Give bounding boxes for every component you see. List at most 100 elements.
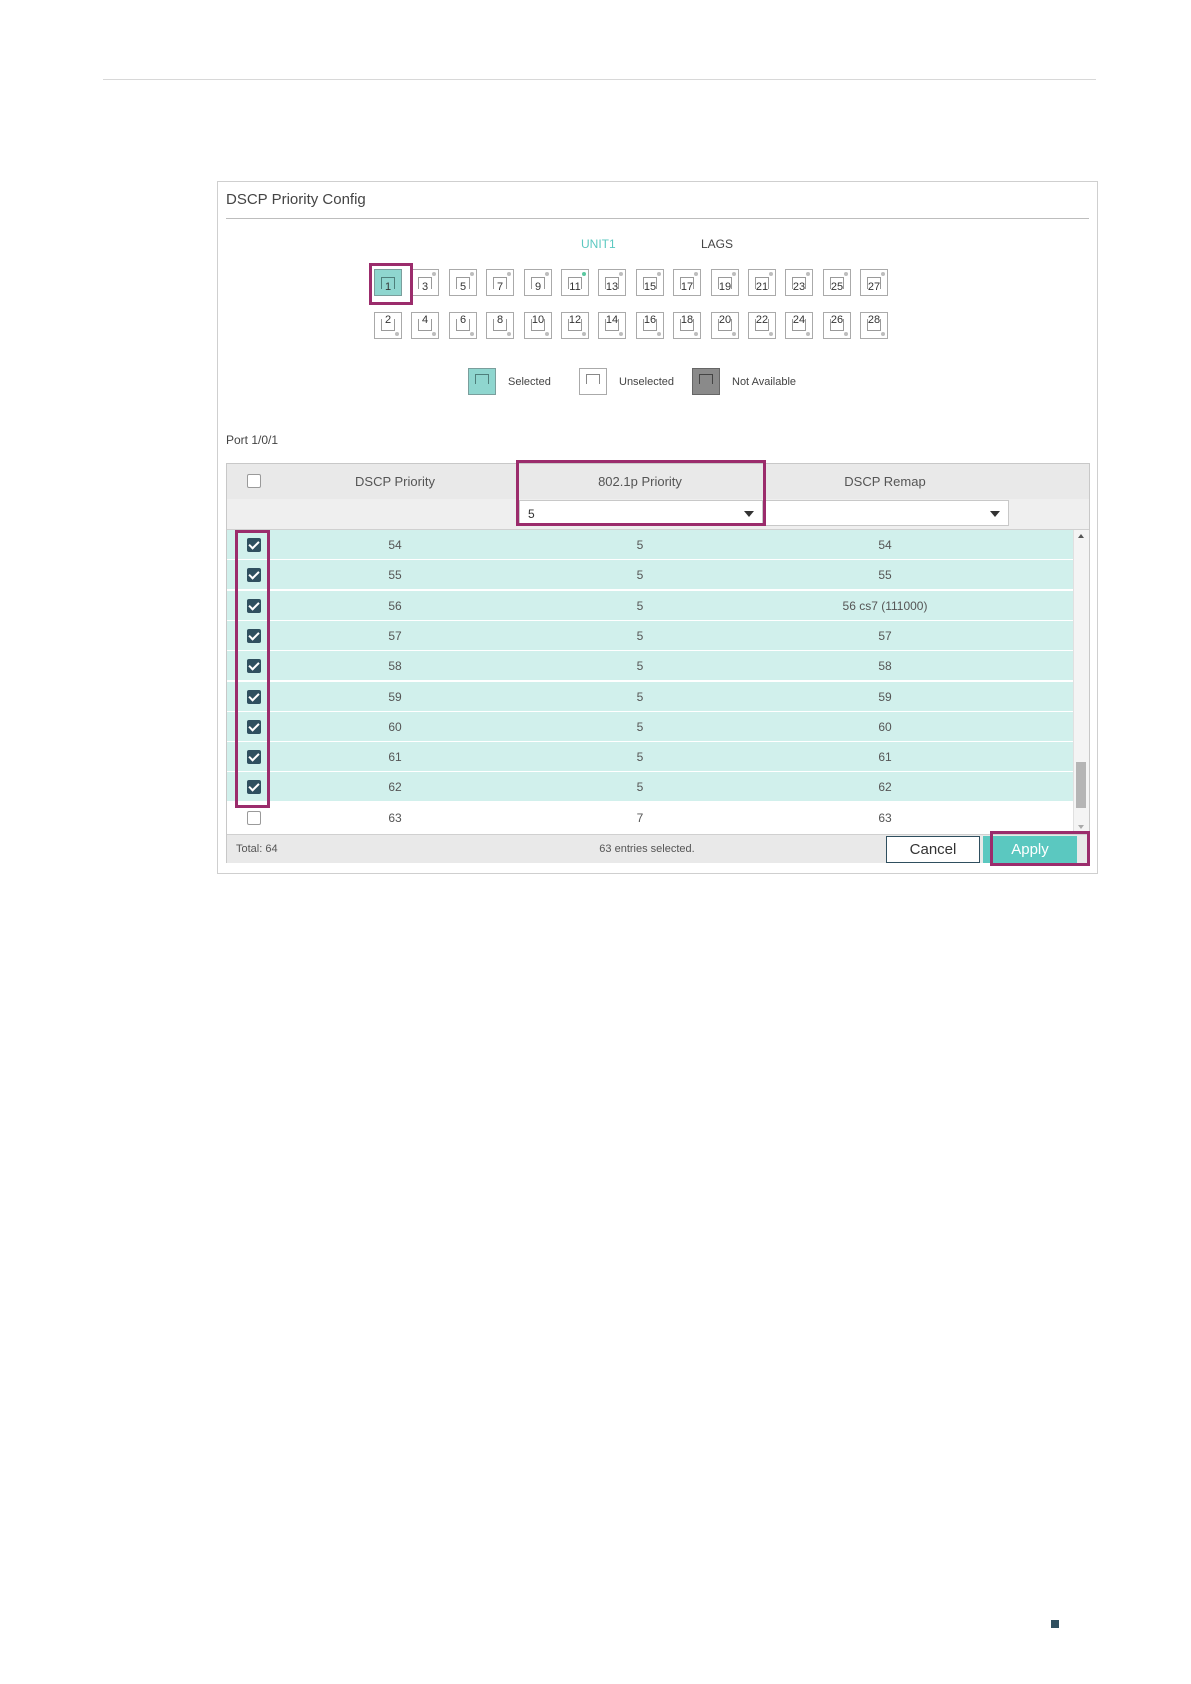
- header-8021p-priority: 802.1p Priority: [598, 474, 682, 489]
- port-8[interactable]: 8: [486, 312, 514, 339]
- cell-dscp-priority: 59: [388, 689, 402, 704]
- row-checkbox[interactable]: [247, 538, 261, 552]
- port-15[interactable]: 15: [636, 269, 664, 296]
- port-21[interactable]: 21: [748, 269, 776, 296]
- port-23[interactable]: 23: [785, 269, 813, 296]
- cancel-button[interactable]: Cancel: [886, 836, 980, 863]
- scroll-down-arrow-icon[interactable]: [1078, 825, 1084, 829]
- scroll-thumb[interactable]: [1076, 762, 1086, 808]
- cell-dscp-priority: 62: [388, 780, 402, 795]
- port-status-led-icon: [694, 272, 698, 276]
- port-9[interactable]: 9: [524, 269, 552, 296]
- port-number: 25: [830, 281, 844, 293]
- tab-lags[interactable]: LAGS: [701, 237, 733, 251]
- page-top-rule: [103, 79, 1096, 80]
- 8021p-priority-select[interactable]: 5: [519, 500, 763, 526]
- port-22[interactable]: 22: [748, 312, 776, 339]
- port-number: 27: [867, 281, 881, 293]
- port-6[interactable]: 6: [449, 312, 477, 339]
- table-row[interactable]: 55 5 55: [227, 560, 1073, 591]
- port-number: 22: [755, 314, 769, 326]
- row-checkbox[interactable]: [247, 810, 261, 825]
- port-12[interactable]: 12: [561, 312, 589, 339]
- port-16[interactable]: 16: [636, 312, 664, 339]
- table-row[interactable]: 62 5 62: [227, 772, 1073, 803]
- port-number: 3: [421, 281, 429, 293]
- port-26[interactable]: 26: [823, 312, 851, 339]
- cell-8021p-priority: 5: [636, 628, 644, 643]
- port-7[interactable]: 7: [486, 269, 514, 296]
- row-checkbox[interactable]: [247, 719, 261, 734]
- row-checkbox[interactable]: [247, 750, 261, 765]
- port-status-led-icon: [769, 272, 773, 276]
- row-checkbox[interactable]: [247, 628, 261, 643]
- table-row[interactable]: 60 5 60: [227, 711, 1073, 742]
- apply-button[interactable]: Apply: [983, 836, 1077, 863]
- table-header: DSCP Priority 802.1p Priority DSCP Remap: [227, 464, 1089, 500]
- cell-8021p-priority: 5: [636, 719, 644, 734]
- cell-dscp-remap: 55: [878, 568, 892, 583]
- tab-unit1[interactable]: UNIT1: [581, 237, 616, 251]
- port-number: 10: [531, 314, 545, 326]
- cell-dscp-remap: 57: [878, 628, 892, 643]
- table-row[interactable]: 63 7 63: [227, 802, 1073, 833]
- dscp-remap-select[interactable]: [765, 500, 1009, 526]
- 8021p-priority-select-value: 5: [528, 507, 535, 521]
- row-checkbox[interactable]: [247, 598, 261, 613]
- cell-dscp-priority: 57: [388, 628, 402, 643]
- cell-8021p-priority: 5: [636, 689, 644, 704]
- port-19[interactable]: 19: [711, 269, 739, 296]
- legend-unselected-swatch: [579, 368, 607, 395]
- cell-dscp-priority: 60: [388, 719, 402, 734]
- port-3[interactable]: 3: [411, 269, 439, 296]
- port-status-led-icon: [582, 272, 586, 276]
- cell-8021p-priority: 5: [636, 538, 644, 552]
- select-all-checkbox[interactable]: [247, 474, 261, 488]
- port-status-led-icon: [844, 272, 848, 276]
- table-footer: Total: 64 63 entries selected. Cancel Ap…: [227, 834, 1089, 863]
- cell-8021p-priority: 5: [636, 598, 644, 613]
- port-status-led-icon: [657, 332, 661, 336]
- filter-row: 5: [227, 499, 1089, 530]
- table-row[interactable]: 61 5 61: [227, 742, 1073, 773]
- port-status-led-icon: [844, 332, 848, 336]
- port-14[interactable]: 14: [598, 312, 626, 339]
- port-28[interactable]: 28: [860, 312, 888, 339]
- table-row[interactable]: 58 5 58: [227, 651, 1073, 682]
- port-2[interactable]: 2: [374, 312, 402, 339]
- port-10[interactable]: 10: [524, 312, 552, 339]
- row-checkbox[interactable]: [247, 659, 261, 674]
- table-scrollbar[interactable]: [1073, 530, 1089, 833]
- port-number: 8: [496, 314, 504, 326]
- scroll-up-arrow-icon[interactable]: [1078, 534, 1084, 538]
- port-25[interactable]: 25: [823, 269, 851, 296]
- port-11[interactable]: 11: [561, 269, 589, 296]
- port-20[interactable]: 20: [711, 312, 739, 339]
- cell-dscp-priority: 61: [388, 750, 402, 765]
- table-row[interactable]: 59 5 59: [227, 681, 1073, 712]
- cell-dscp-priority: 54: [388, 538, 402, 552]
- port-status-led-icon: [432, 272, 436, 276]
- port-17[interactable]: 17: [673, 269, 701, 296]
- port-number: 15: [643, 281, 657, 293]
- port-27[interactable]: 27: [860, 269, 888, 296]
- port-status-led-icon: [806, 272, 810, 276]
- port-4[interactable]: 4: [411, 312, 439, 339]
- port-number: 20: [718, 314, 732, 326]
- cell-8021p-priority: 5: [636, 568, 644, 583]
- row-checkbox[interactable]: [247, 780, 261, 795]
- table-row[interactable]: 57 5 57: [227, 620, 1073, 651]
- port-number: 11: [569, 281, 581, 293]
- port-18[interactable]: 18: [673, 312, 701, 339]
- row-checkbox[interactable]: [247, 689, 261, 704]
- port-13[interactable]: 13: [598, 269, 626, 296]
- legend-not-available-swatch: [692, 368, 720, 395]
- row-checkbox[interactable]: [247, 568, 261, 583]
- port-5[interactable]: 5: [449, 269, 477, 296]
- table-row[interactable]: 54 5 54: [227, 530, 1073, 560]
- header-dscp-priority: DSCP Priority: [355, 474, 435, 489]
- legend-unselected-label: Unselected: [619, 376, 675, 388]
- panel-title: DSCP Priority Config: [226, 191, 366, 208]
- port-24[interactable]: 24: [785, 312, 813, 339]
- table-row[interactable]: 56 5 56 cs7 (111000): [227, 590, 1073, 621]
